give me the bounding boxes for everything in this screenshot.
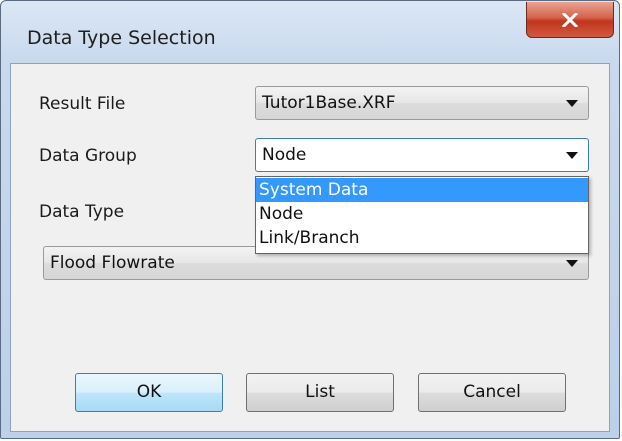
chevron-down-icon — [566, 260, 578, 267]
dialog-body: Result File Tutor1Base.XRF Data Group No… — [10, 63, 610, 432]
data-type-value: Flood Flowrate — [50, 253, 175, 273]
result-file-label: Result File — [39, 94, 126, 114]
data-group-select[interactable]: Node — [255, 138, 589, 172]
chevron-down-icon — [566, 152, 578, 159]
title-bar[interactable]: Data Type Selection — [1, 1, 619, 61]
cancel-button[interactable]: Cancel — [418, 373, 566, 412]
result-file-value: Tutor1Base.XRF — [262, 93, 396, 113]
window-title: Data Type Selection — [27, 27, 216, 49]
close-button[interactable] — [526, 2, 614, 38]
data-type-label: Data Type — [39, 202, 125, 222]
close-icon — [562, 12, 578, 27]
dropdown-option-node[interactable]: Node — [256, 202, 588, 226]
dropdown-option-system-data[interactable]: System Data — [256, 178, 588, 202]
result-file-select[interactable]: Tutor1Base.XRF — [255, 86, 589, 120]
data-group-label: Data Group — [39, 146, 137, 166]
list-button[interactable]: List — [246, 373, 394, 412]
ok-button[interactable]: OK — [75, 373, 223, 412]
chevron-down-icon — [566, 100, 578, 107]
data-group-dropdown-list: System Data Node Link/Branch — [255, 176, 589, 254]
dropdown-option-link-branch[interactable]: Link/Branch — [256, 226, 588, 250]
dialog-window: Data Type Selection Result File Tutor1Ba… — [0, 0, 620, 439]
data-group-value: Node — [262, 145, 307, 165]
